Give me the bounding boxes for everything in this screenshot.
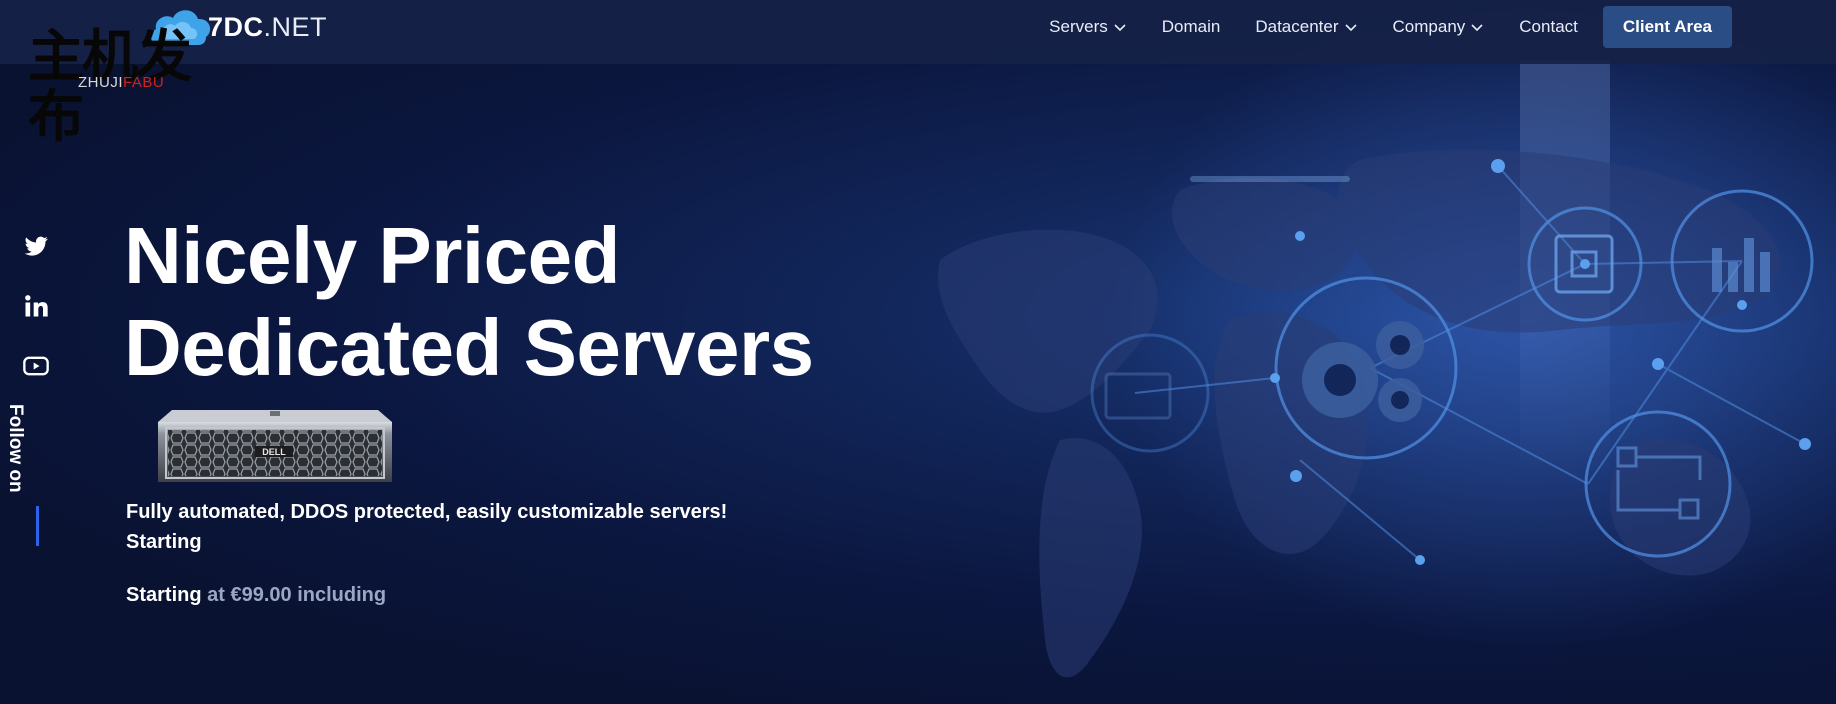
chevron-down-icon — [1344, 24, 1357, 32]
nav-contact[interactable]: Contact — [1519, 17, 1578, 37]
nav-datacenter-label: Datacenter — [1255, 17, 1339, 36]
server-image: DELL — [158, 410, 392, 482]
chevron-down-icon — [1114, 24, 1126, 32]
nav-servers-label: Servers — [1049, 17, 1108, 36]
watermark-en-b: FABU — [123, 74, 165, 91]
watermark: 主机发布 ZHUJIFABU — [28, 28, 238, 148]
youtube-icon[interactable] — [22, 352, 50, 380]
nav-company-label: Company — [1392, 17, 1466, 36]
main-nav: Servers Domain Datacenter Company Contac… — [1014, 0, 1732, 54]
hero-subtitle: Fully automated, DDOS protected, easily … — [126, 497, 727, 557]
watermark-en: ZHUJIFABU — [78, 74, 164, 91]
nav-company[interactable]: Company — [1393, 17, 1485, 37]
chevron-down-icon — [1471, 24, 1483, 32]
social-sidebar — [22, 232, 52, 412]
hero-title: Nicely Priced Dedicated Servers — [124, 210, 814, 394]
top-navbar: 7DC.NET Servers Domain Datacenter Compan… — [0, 0, 1836, 64]
nav-domain-label: Domain — [1161, 17, 1221, 36]
hero-price: Starting at €99.00 including — [126, 584, 386, 607]
price-prefix: Starting — [126, 584, 202, 606]
server-brand-label: DELL — [262, 447, 286, 457]
hero-title-line1: Nicely Priced — [124, 211, 620, 300]
page: 7DC.NET Servers Domain Datacenter Compan… — [0, 0, 1836, 704]
client-area-button[interactable]: Client Area — [1602, 6, 1732, 48]
nav-contact-label: Contact — [1519, 17, 1578, 36]
hero-subtitle-line2: Starting — [126, 531, 202, 553]
linkedin-icon[interactable] — [22, 292, 50, 320]
watermark-en-a: ZHUJI — [78, 74, 123, 91]
follow-accent-line — [36, 506, 39, 546]
logo-suffix: .NET — [263, 11, 328, 42]
nav-domain[interactable]: Domain — [1162, 17, 1221, 37]
follow-on-label: Follow on — [0, 404, 30, 493]
nav-datacenter[interactable]: Datacenter — [1255, 17, 1357, 37]
hero-title-line2: Dedicated Servers — [124, 303, 814, 392]
price-detail: at €99.00 including — [207, 584, 387, 606]
hero-subtitle-line1: Fully automated, DDOS protected, easily … — [126, 501, 728, 523]
nav-servers[interactable]: Servers — [1049, 17, 1127, 37]
twitter-icon[interactable] — [22, 232, 50, 260]
follow-on-text: Follow on — [5, 404, 26, 493]
